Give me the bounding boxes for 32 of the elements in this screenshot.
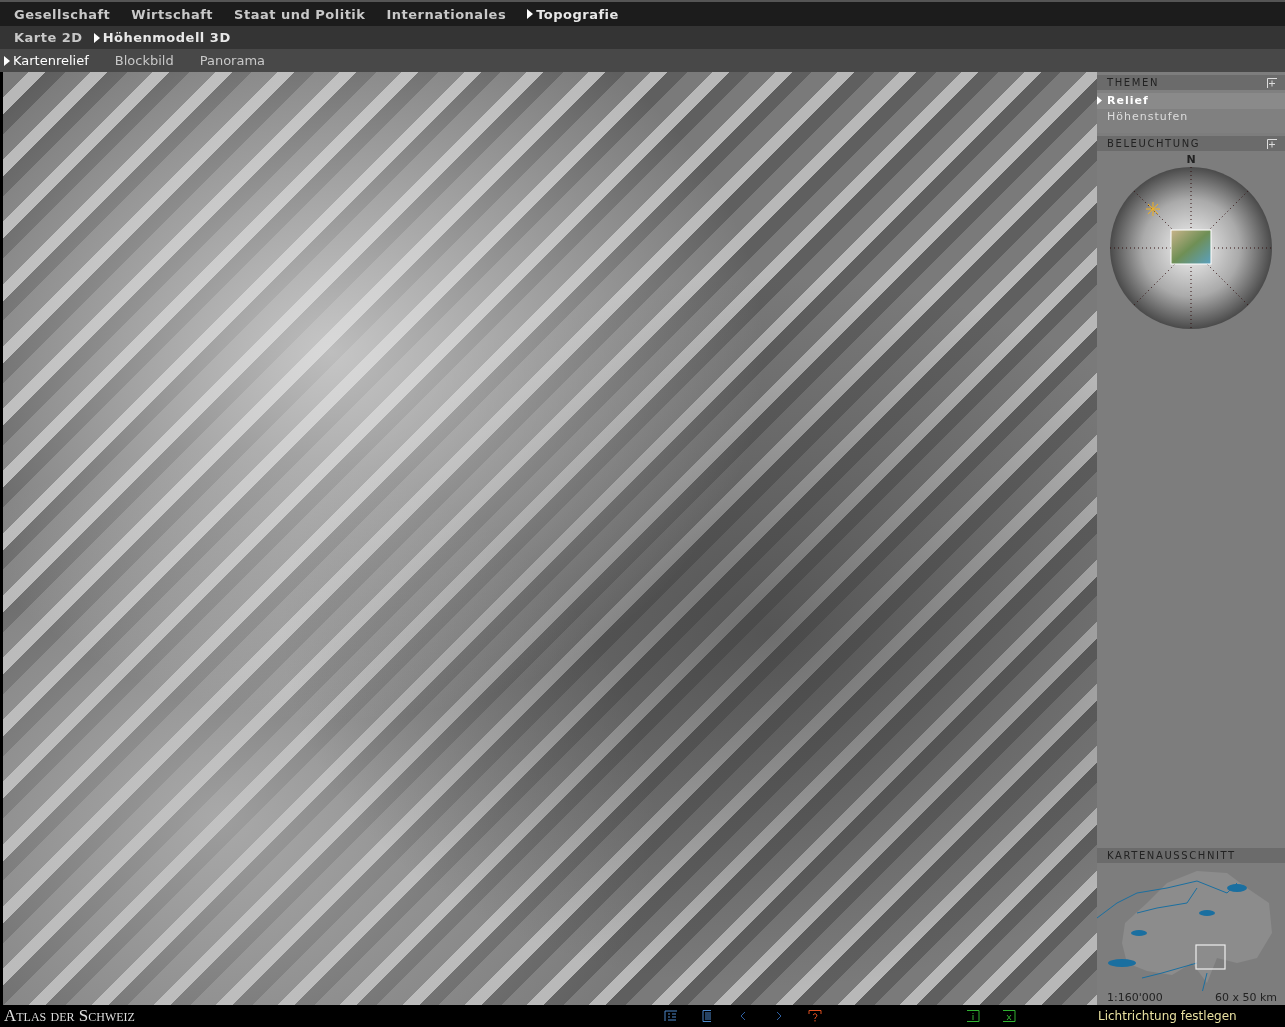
section-title: KARTENAUSSCHNITT [1107, 850, 1236, 861]
document-icon[interactable] [700, 1010, 714, 1022]
compass-label: N [1186, 153, 1196, 166]
scale-text: 1:160'000 [1107, 991, 1163, 1005]
sun-icon[interactable] [1145, 201, 1161, 217]
menu-item[interactable]: Gesellschaft [14, 6, 111, 22]
section-title: BELEUCHTUNG [1107, 138, 1201, 149]
list-icon[interactable] [664, 1010, 678, 1022]
menu-item[interactable]: Staat und Politik [234, 6, 366, 22]
close-icon[interactable] [1002, 1010, 1016, 1022]
status-text: Lichtrichtung festlegen [1097, 1009, 1237, 1023]
menu-item[interactable]: Wirtschaft [131, 6, 214, 22]
triangle-icon [1097, 96, 1102, 105]
plus-icon[interactable] [1267, 138, 1277, 149]
atlas-logo: Atlas der Schweiz [3, 1006, 136, 1026]
tab[interactable]: Blockbild [114, 53, 174, 68]
triangle-icon [93, 32, 100, 43]
tab[interactable]: Kartenrelief [4, 53, 89, 68]
terrain-thumbnail [1170, 229, 1212, 265]
menu-item[interactable]: Internationales [386, 6, 507, 22]
info-icon[interactable] [966, 1010, 980, 1022]
plus-icon[interactable] [1267, 77, 1277, 88]
light-direction-dial[interactable] [1109, 166, 1273, 330]
help-icon[interactable] [808, 1010, 822, 1022]
menu-item[interactable]: Topografie [527, 6, 619, 22]
menu-item[interactable]: Karte 2D [14, 30, 83, 45]
extent-text: 60 x 50 km [1214, 991, 1277, 1005]
triangle-icon [527, 9, 534, 19]
triangle-icon [4, 55, 10, 66]
menu-item[interactable]: Höhenmodell 3D [93, 30, 231, 45]
tab[interactable]: Panorama [199, 53, 266, 68]
section-title: THEMEN [1107, 77, 1159, 88]
